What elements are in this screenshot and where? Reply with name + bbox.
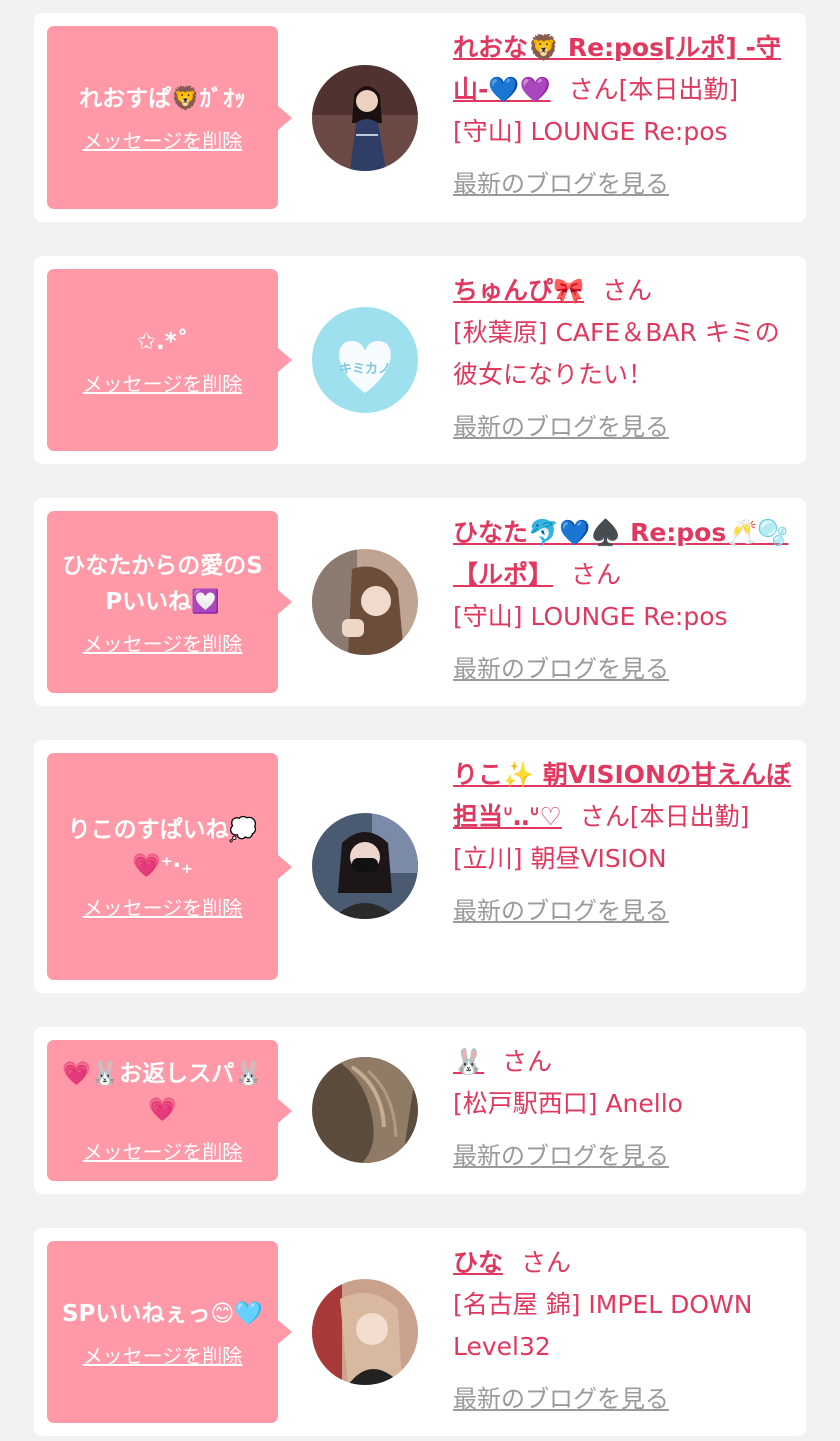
avatar[interactable] [312,549,418,655]
honorific: さん [521,1248,572,1277]
avatar-image [312,1279,418,1385]
message-bubble: れおすぱ🦁ｶﾞｵｯ メッセージを削除 [47,26,292,209]
message-text: ひなたからの愛のSPいいね💟 [62,552,263,615]
avatar-image [312,813,418,919]
shop-name: [名古屋 錦] IMPEL DOWN Level32 [453,1290,753,1361]
message-bubble: ひなたからの愛のSPいいね💟 メッセージを削除 [47,511,292,693]
like-message-list: れおすぱ🦁ｶﾞｵｯ メッセージを削除 れおな🦁 Re:pos[ルポ] -守山-💙… [0,0,840,1441]
delete-message-link[interactable]: メッセージを削除 [83,125,243,154]
avatar[interactable] [312,1057,418,1163]
message-bubble: ✩.*˚ メッセージを削除 [47,269,292,451]
message-card: 💗🐰お返しスパ🐰💗 メッセージを削除 🐰 さん [松戸駅西口] Anello 最新… [34,1027,806,1194]
message-card: ひなたからの愛のSPいいね💟 メッセージを削除 ひなた🐬💙♠️ Re:pos🥂🫧… [34,498,806,706]
honorific: さん [602,276,653,305]
message-card: りこのすぱいね💭💗⁺‧₊ メッセージを削除 りこ✨ 朝VISIONの甘えんぼ担当… [34,740,806,993]
honorific: さん [571,560,622,589]
avatar[interactable]: キミカノ [312,307,418,413]
avatar-image [312,549,418,655]
latest-blog-link[interactable]: 最新のブログを見る [453,890,669,932]
cast-name-link[interactable]: ひな [453,1248,503,1277]
work-status: [本日出勤] [629,802,750,831]
svg-text:キミカノ: キミカノ [339,362,391,377]
avatar-image [312,65,418,171]
cast-info: りこ✨ 朝VISIONの甘えんぼ担当ᐡ‥ᐡ♡ さん[本日出勤] [立川] 朝昼VI… [453,754,793,932]
latest-blog-link[interactable]: 最新のブログを見る [453,163,669,205]
cast-info: れおな🦁 Re:pos[ルポ] -守山-💙💜 さん[本日出勤] [守山] LOUN… [453,27,793,205]
shop-name: [守山] LOUNGE Re:pos [453,602,728,631]
avatar[interactable] [312,1279,418,1385]
shop-name: [秋葉原] CAFE＆BAR キミの彼女になりたい！ [453,318,780,389]
message-bubble: 💗🐰お返しスパ🐰💗 メッセージを削除 [47,1040,292,1181]
cast-name-link[interactable]: ちゅんぴ🎀 [453,276,584,305]
delete-message-link[interactable]: メッセージを削除 [83,892,243,921]
cast-info: ひな さん [名古屋 錦] IMPEL DOWN Level32 最新のブログを見… [453,1242,793,1420]
delete-message-link[interactable]: メッセージを削除 [83,1136,243,1165]
latest-blog-link[interactable]: 最新のブログを見る [453,1135,669,1177]
delete-message-link[interactable]: メッセージを削除 [83,368,243,397]
message-text: りこのすぱいね💭💗⁺‧₊ [67,817,258,879]
honorific: さん [579,802,630,831]
delete-message-link[interactable]: メッセージを削除 [83,628,243,657]
work-status: [本日出勤] [618,75,739,104]
message-text: SPいいねぇっ😊🩵 [61,1300,264,1327]
shop-name: [立川] 朝昼VISION [453,844,667,873]
avatar[interactable] [312,65,418,171]
latest-blog-link[interactable]: 最新のブログを見る [453,406,669,448]
honorific: さん [502,1047,553,1076]
cast-info: ひなた🐬💙♠️ Re:pos🥂🫧【ルポ】 さん [守山] LOUNGE Re:po… [453,512,793,690]
latest-blog-link[interactable]: 最新のブログを見る [453,1378,669,1420]
message-card: SPいいねぇっ😊🩵 メッセージを削除 ひな さん [名古屋 錦] IMPEL DO… [34,1228,806,1436]
message-text: ✩.*˚ [136,328,189,355]
shop-name: [守山] LOUNGE Re:pos [453,117,728,146]
delete-message-link[interactable]: メッセージを削除 [83,1340,243,1369]
cast-name-link[interactable]: 🐰 [453,1047,484,1076]
avatar-image [312,1057,418,1163]
message-text: れおすぱ🦁ｶﾞｵｯ [79,86,246,112]
cast-info: ちゅんぴ🎀 さん [秋葉原] CAFE＆BAR キミの彼女になりたい！ 最新のブロ… [453,270,793,448]
message-card: ✩.*˚ メッセージを削除 キミカノ ちゅんぴ🎀 さん [秋葉原] CAFE＆BA… [34,256,806,464]
latest-blog-link[interactable]: 最新のブログを見る [453,648,669,690]
message-text: 💗🐰お返しスパ🐰💗 [62,1061,263,1123]
avatar-image: キミカノ [312,307,418,413]
message-card: れおすぱ🦁ｶﾞｵｯ メッセージを削除 れおな🦁 Re:pos[ルポ] -守山-💙… [34,13,806,222]
message-bubble: りこのすぱいね💭💗⁺‧₊ メッセージを削除 [47,753,292,980]
honorific: さん [568,75,619,104]
avatar[interactable] [312,813,418,919]
message-bubble: SPいいねぇっ😊🩵 メッセージを削除 [47,1241,292,1423]
cast-info: 🐰 さん [松戸駅西口] Anello 最新のブログを見る [453,1041,793,1177]
shop-name: [松戸駅西口] Anello [453,1089,683,1118]
